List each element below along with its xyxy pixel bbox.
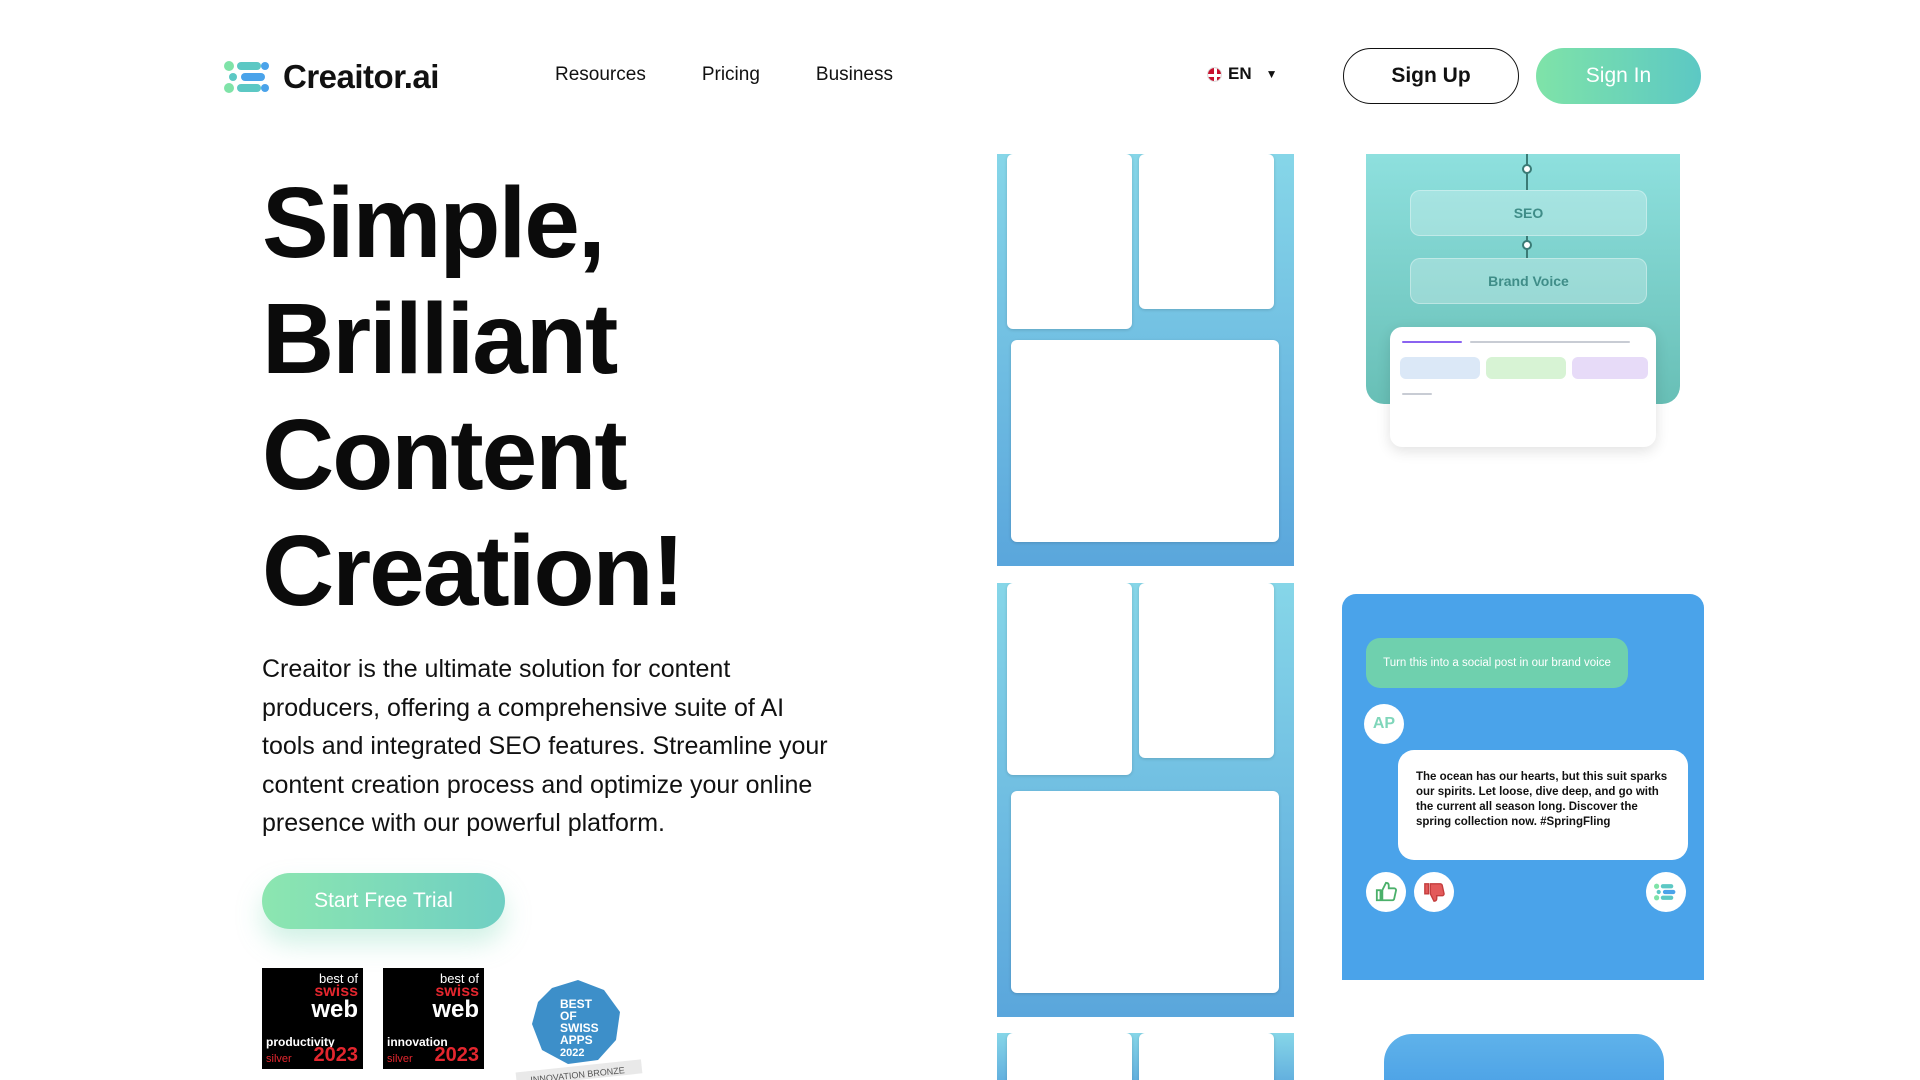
- award-badge-innovation: best of swiss web innovation silver 2023: [383, 968, 484, 1069]
- avatar: AP: [1364, 704, 1404, 744]
- chat-prompt: Turn this into a social post in our bran…: [1366, 638, 1628, 688]
- category-chip: [1400, 357, 1480, 379]
- award-line: web: [432, 996, 479, 1023]
- workflow-card: SEO Brand Voice: [1342, 154, 1704, 520]
- screenshot-panel: [1139, 583, 1274, 758]
- hero-subtitle: Creaitor is the ultimate solution for co…: [262, 655, 828, 837]
- creaitor-logo-icon: [224, 61, 269, 93]
- panel-line: [1402, 393, 1432, 395]
- thumbs-up-icon[interactable]: [1366, 872, 1406, 912]
- screenshot-panel: [1007, 1033, 1132, 1080]
- nav-item-business[interactable]: Business: [816, 64, 893, 86]
- award-level: silver: [387, 1053, 413, 1065]
- nav-item-pricing[interactable]: Pricing: [702, 64, 760, 86]
- screenshot-panel: [1007, 583, 1132, 775]
- hero-title: Simple, Brilliant Content Creation!: [262, 165, 822, 629]
- award-year: 2023: [434, 1044, 480, 1066]
- sign-up-button[interactable]: Sign Up: [1343, 48, 1519, 104]
- app-screenshot-2: [997, 583, 1294, 1017]
- badge-text: 2022: [560, 1047, 584, 1059]
- workflow-step-seo: SEO: [1410, 190, 1647, 236]
- category-panel: [1390, 327, 1656, 447]
- category-chip: [1486, 357, 1566, 379]
- screenshot-panel: [1139, 1033, 1274, 1080]
- main-nav: Resources Pricing Business: [555, 64, 893, 86]
- feature-card-preview: [1384, 1034, 1664, 1080]
- hero-title-line: Creation!: [262, 515, 685, 627]
- chevron-down-icon: ▼: [1265, 67, 1278, 81]
- thumbs-down-icon[interactable]: [1414, 872, 1454, 912]
- sign-in-button[interactable]: Sign In: [1536, 48, 1701, 104]
- award-badge-productivity: best of swiss web productivity silver 20…: [262, 968, 363, 1069]
- screenshot-panel: [1007, 154, 1132, 329]
- award-year: 2023: [313, 1044, 359, 1066]
- hero-title-line: Brilliant: [262, 283, 618, 395]
- screenshot-panel: [1011, 791, 1279, 993]
- chat-card: Turn this into a social post in our bran…: [1342, 594, 1704, 980]
- panel-line: [1470, 341, 1630, 343]
- screenshot-panel: [1139, 154, 1274, 309]
- chat-response: The ocean has our hearts, but this suit …: [1398, 750, 1688, 860]
- award-line: web: [311, 996, 358, 1023]
- language-label: EN: [1228, 64, 1252, 83]
- badge-text: APPS: [560, 1033, 593, 1047]
- page: Creaitor.ai Resources Pricing Business E…: [0, 0, 1920, 1080]
- workflow-step-brand-voice: Brand Voice: [1410, 258, 1647, 304]
- hero-title-line: Simple,: [262, 167, 606, 279]
- hero-title-line: Content: [262, 399, 628, 511]
- screenshot-panel: [1011, 340, 1279, 542]
- start-free-trial-button[interactable]: Start Free Trial: [262, 873, 505, 929]
- best-of-swiss-apps-badge: BEST OF SWISS APPS 2022 INNOVATION BRONZ…: [515, 980, 643, 1080]
- language-selector[interactable]: EN ▼: [1207, 64, 1278, 84]
- uk-flag-icon: [1207, 66, 1222, 82]
- logo-text: Creaitor.ai: [283, 58, 439, 95]
- app-screenshot-1: [997, 154, 1294, 566]
- connector-dot: [1522, 240, 1532, 250]
- logo[interactable]: Creaitor.ai: [223, 54, 439, 100]
- award-level: silver: [266, 1053, 292, 1065]
- creaitor-assistant-icon[interactable]: [1646, 872, 1686, 912]
- app-screenshot-3: [997, 1033, 1294, 1080]
- connector-dot: [1522, 164, 1532, 174]
- category-chip: [1572, 357, 1648, 379]
- panel-line: [1402, 341, 1462, 343]
- nav-item-resources[interactable]: Resources: [555, 64, 646, 86]
